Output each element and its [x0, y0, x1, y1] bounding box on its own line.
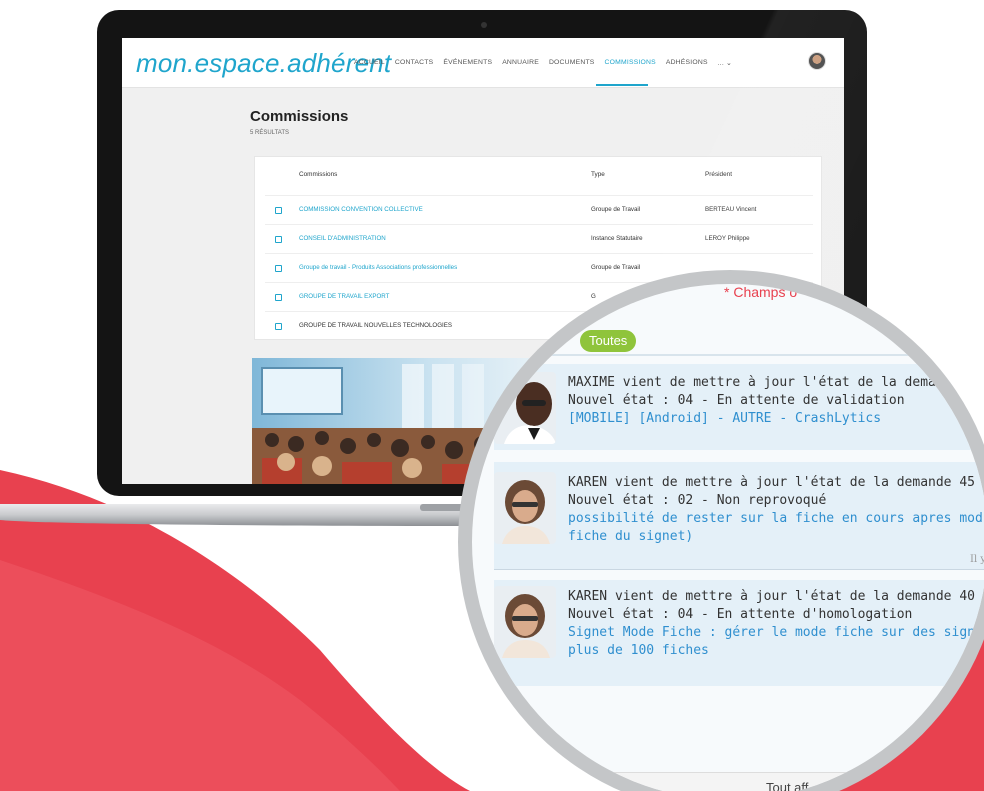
table-row[interactable]: COMMISSION CONVENTION COLLECTIVE Groupe … [265, 195, 813, 224]
nav-contacts[interactable]: CONTACTS [395, 59, 433, 67]
calendar-icon [275, 294, 282, 301]
commission-name[interactable]: COMMISSION CONVENTION COLLECTIVE [299, 206, 423, 213]
nav-more[interactable]: ... ⌄ [718, 59, 732, 67]
commission-president: LEROY Philippe [705, 235, 750, 242]
column-header-type[interactable]: Type [591, 171, 605, 178]
nav-documents[interactable]: DOCUMENTS [549, 59, 595, 67]
notification-status: Nouvel état : 04 - En attente de validat… [568, 393, 905, 408]
commission-president: BERTEAU Vincent [705, 206, 757, 213]
notification-link[interactable]: [MOBILE] [Android] - AUTRE - CrashLytics [568, 410, 959, 428]
commission-name[interactable]: CONSEIL D'ADMINISTRATION [299, 235, 386, 242]
avatar [494, 586, 556, 658]
notification-link[interactable]: possibilité de rester sur la fiche en co… [568, 510, 984, 528]
notification-text: MAXIME vient de mettre à jour l'état de … [568, 374, 959, 428]
lens-view: * Champs o Toutes MAXIME vient de mettre… [472, 284, 984, 791]
nav-commissions[interactable]: COMMISSIONS [605, 59, 656, 67]
notification-status: Nouvel état : 02 - Non reprovoqué [568, 493, 827, 508]
notification-title: MAXIME vient de mettre à jour l'état de … [568, 375, 960, 390]
notification-link-continued[interactable]: fiche du signet) [568, 528, 984, 546]
notification-item[interactable]: KAREN vient de mettre à jour l'état de l… [494, 462, 984, 570]
commission-type: Groupe de Travail [591, 264, 641, 271]
main-nav: ACCUEIL CONTACTS ÉVÉNEMENTS ANNUAIRE DOC… [354, 59, 732, 67]
webcam [481, 22, 487, 28]
column-header-commissions[interactable]: Commissions [299, 171, 337, 178]
nav-annuaire[interactable]: ANNUAIRE [502, 59, 539, 67]
table-row[interactable]: CONSEIL D'ADMINISTRATION Instance Statut… [265, 224, 813, 253]
notification-text: KAREN vient de mettre à jour l'état de l… [568, 474, 984, 546]
notification-title: KAREN vient de mettre à jour l'état de l… [568, 589, 984, 604]
calendar-icon [275, 236, 282, 243]
filter-chip-toutes[interactable]: Toutes [580, 330, 637, 352]
notification-link[interactable]: Signet Mode Fiche : gérer le mode fiche … [568, 624, 984, 642]
required-fields-note: * Champs o [724, 284, 798, 300]
results-count: 5 RÉSULTATS [250, 130, 290, 136]
calendar-icon [275, 323, 282, 330]
nav-accueil[interactable]: ACCUEIL [354, 59, 385, 67]
active-nav-indicator [596, 84, 648, 86]
magnifier-lens: * Champs o Toutes MAXIME vient de mettre… [458, 270, 984, 791]
commission-type: Instance Statutaire [591, 235, 643, 242]
notification-status: Nouvel état : 04 - En attente d'homologa… [568, 607, 913, 622]
commission-name[interactable]: GROUPE DE TRAVAIL EXPORT [299, 293, 389, 300]
notification-time: Il y [970, 554, 984, 565]
page-title: Commissions [250, 108, 349, 125]
avatar [494, 472, 556, 544]
app-header: mon.espace.adhérent ACCUEIL CONTACTS ÉVÉ… [122, 38, 844, 88]
calendar-icon [275, 265, 282, 272]
commission-name[interactable]: GROUPE DE TRAVAIL NOUVELLES TECHNOLOGIES [299, 322, 452, 329]
avatar [494, 372, 556, 444]
notification-text: KAREN vient de mettre à jour l'état de l… [568, 588, 984, 660]
nav-evenements[interactable]: ÉVÉNEMENTS [443, 59, 492, 67]
show-all-link[interactable]: Tout aff [766, 780, 808, 791]
notification-item[interactable]: MAXIME vient de mettre à jour l'état de … [494, 364, 984, 450]
user-avatar[interactable] [808, 52, 826, 70]
filter-bar [542, 354, 984, 356]
notification-link-continued[interactable]: plus de 100 fiches [568, 642, 984, 660]
nav-adhesions[interactable]: ADHÉSIONS [666, 59, 708, 67]
column-header-president[interactable]: Président [705, 171, 732, 178]
commission-type: Groupe de Travail [591, 206, 641, 213]
commission-name[interactable]: Groupe de travail - Produits Association… [299, 264, 457, 271]
calendar-icon [275, 207, 282, 214]
notification-title: KAREN vient de mettre à jour l'état de l… [568, 475, 984, 490]
notification-item[interactable]: KAREN vient de mettre à jour l'état de l… [494, 580, 984, 686]
notifications-panel: * Champs o Toutes MAXIME vient de mettre… [472, 284, 984, 791]
